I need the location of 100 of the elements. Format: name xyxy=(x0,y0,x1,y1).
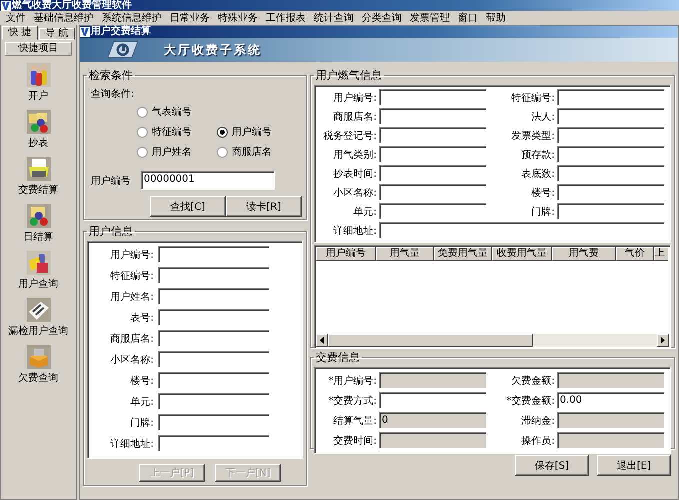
child-window-title: 用户交费结算 xyxy=(91,26,151,38)
shortcut-item[interactable]: 用户查询 xyxy=(18,277,58,291)
field-label: 小区名称: xyxy=(110,354,154,366)
input-field[interactable] xyxy=(379,184,487,201)
column-header[interactable]: 气价 xyxy=(616,247,654,261)
input-field[interactable] xyxy=(379,203,487,220)
input-field[interactable] xyxy=(557,89,665,106)
shortcut-icon xyxy=(26,298,50,322)
radio-label: 特征编号 xyxy=(152,126,192,139)
action-button[interactable]: 读卡[R] xyxy=(226,196,302,217)
field-label: 税务登记号: xyxy=(324,130,377,142)
input-field[interactable] xyxy=(557,203,665,220)
field-label: 详细地址: xyxy=(334,224,377,238)
radio-button[interactable] xyxy=(217,126,228,138)
sidebar-tab[interactable]: 导 航 xyxy=(39,28,75,40)
column-header[interactable]: 上 xyxy=(654,247,668,261)
menu-item[interactable]: 窗口 xyxy=(454,12,482,24)
column-header[interactable]: 用气费 xyxy=(552,247,616,261)
field-label: 预存款: xyxy=(522,148,555,162)
radio-option[interactable]: 用户姓名 xyxy=(137,145,217,159)
menu-item[interactable]: 文件 xyxy=(2,12,30,24)
menu-item[interactable]: 分类查询 xyxy=(358,12,406,24)
app-logo-icon xyxy=(1,0,11,10)
shortcut-item[interactable]: 开户 xyxy=(28,89,48,103)
field-label: 楼号: xyxy=(130,374,154,388)
input-field[interactable] xyxy=(379,392,487,409)
query-prompt: 查询条件: xyxy=(91,88,136,101)
input-field[interactable] xyxy=(557,165,665,182)
input-field[interactable]: 0.00 xyxy=(557,392,665,409)
field-label: 交费时间: xyxy=(334,434,377,448)
column-header[interactable]: 收费用气量 xyxy=(492,247,552,261)
input-field[interactable] xyxy=(557,146,665,163)
app-logo-icon xyxy=(80,27,90,37)
column-header[interactable]: 用气量 xyxy=(376,247,434,261)
field-label: 操作员: xyxy=(522,434,555,448)
input-field[interactable] xyxy=(557,108,665,125)
section-title: 检索条件 xyxy=(89,69,133,82)
field-label: 用气类别: xyxy=(334,148,377,162)
action-button[interactable]: 查找[C] xyxy=(150,196,226,217)
shortcut-item[interactable]: 抄表 xyxy=(28,136,48,150)
field-label: *用户编号: xyxy=(328,374,377,388)
input-field[interactable] xyxy=(379,127,487,144)
field-label: 特征编号: xyxy=(110,270,154,282)
field-label: 法人: xyxy=(532,110,555,124)
shortcut-icon xyxy=(26,157,50,181)
menu-item[interactable]: 基础信息维护 xyxy=(30,12,98,24)
menu-item[interactable]: 工作报表 xyxy=(262,12,310,24)
field-label: 商服店名: xyxy=(110,332,154,346)
action-button[interactable]: 保存[S] xyxy=(515,455,589,476)
scroll-left-icon xyxy=(320,337,324,344)
menu-item[interactable]: 发票管理 xyxy=(406,12,454,24)
field-label: 楼号: xyxy=(532,186,555,200)
shortcut-item[interactable]: 欠费查询 xyxy=(18,371,58,385)
field-label: 小区名称: xyxy=(334,186,377,200)
sidebar-header: 快捷项目 xyxy=(5,42,72,56)
radio-option[interactable]: 商服店名 xyxy=(217,145,297,159)
field-label: 用户编号 xyxy=(91,174,131,188)
scroll-right-icon xyxy=(661,337,665,344)
menu-item[interactable]: 系统信息维护 xyxy=(98,12,166,24)
field-label: 单元: xyxy=(130,396,154,408)
radio-option[interactable]: 气表编号 xyxy=(137,105,297,119)
input-field[interactable] xyxy=(379,165,487,182)
menu-item[interactable]: 特殊业务 xyxy=(214,12,262,24)
radio-button[interactable] xyxy=(137,126,148,138)
column-header[interactable]: 免费用气量 xyxy=(434,247,492,261)
shortcut-icon xyxy=(26,251,50,275)
radio-button[interactable] xyxy=(137,146,148,158)
section-title: 交费信息 xyxy=(316,351,360,364)
section-title: 用户信息 xyxy=(89,225,133,238)
input-field[interactable] xyxy=(379,89,487,106)
field-label: *交费金额: xyxy=(506,394,555,408)
system-logo-icon xyxy=(108,40,138,60)
menu-item[interactable]: 帮助 xyxy=(482,12,510,24)
action-button[interactable]: 退出[E] xyxy=(597,455,671,476)
menu-item[interactable]: 统计查询 xyxy=(310,12,358,24)
shortcut-item[interactable]: 日结算 xyxy=(24,230,54,244)
menu-item[interactable]: 日常业务 xyxy=(166,12,214,24)
field-label: 抄表时间: xyxy=(334,168,377,180)
radio-option[interactable]: 特征编号 xyxy=(137,125,217,139)
horizontal-scrollbar[interactable] xyxy=(316,334,669,347)
field-label: 门牌: xyxy=(130,416,154,430)
input-field[interactable] xyxy=(557,184,665,201)
shortcut-item[interactable]: 交费结算 xyxy=(18,183,58,197)
field-label: 欠费金额: xyxy=(512,374,555,388)
radio-label: 气表编号 xyxy=(152,106,192,119)
shortcut-item[interactable]: 漏检用户查询 xyxy=(8,324,68,338)
shortcut-icon xyxy=(26,63,50,87)
input-field[interactable] xyxy=(557,127,665,144)
input-field[interactable] xyxy=(379,108,487,125)
field-label: 特征编号: xyxy=(512,92,555,104)
field-label: 单元: xyxy=(354,206,377,218)
field-label: 表号: xyxy=(130,312,154,324)
radio-button[interactable] xyxy=(217,146,228,158)
input-field[interactable] xyxy=(379,146,487,163)
field-label: 滞纳金: xyxy=(522,414,555,428)
radio-option[interactable]: 用户编号 xyxy=(217,125,297,139)
section-title: 用户燃气信息 xyxy=(316,69,382,82)
sidebar-tab[interactable]: 快 捷 xyxy=(2,26,38,40)
radio-button[interactable] xyxy=(137,106,148,118)
input-field[interactable]: 00000001 xyxy=(141,171,275,190)
